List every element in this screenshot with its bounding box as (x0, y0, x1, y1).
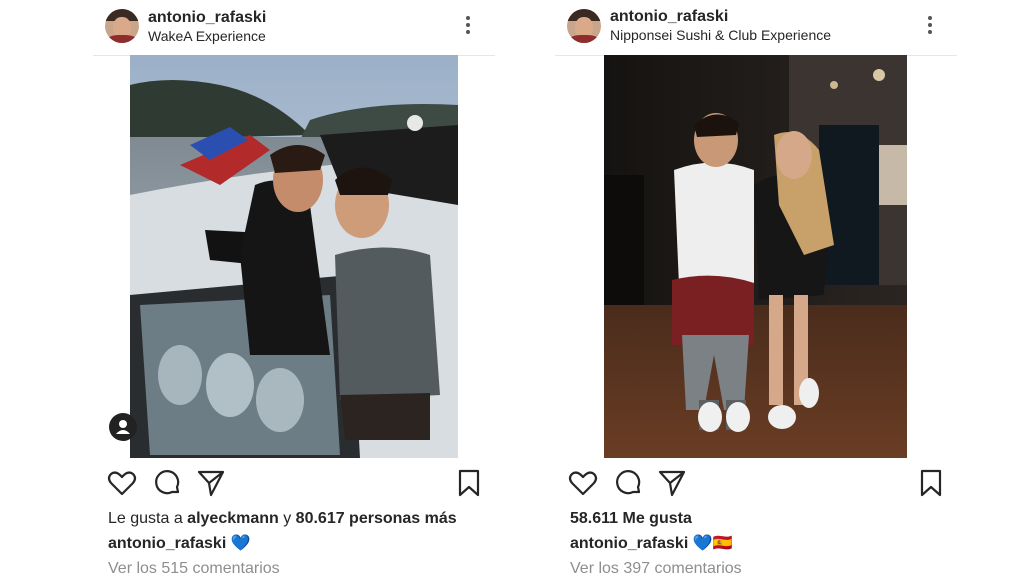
location[interactable]: WakeA Experience (148, 28, 266, 44)
send-icon[interactable] (657, 468, 691, 502)
caption: antonio_rafaski 💙🇪🇸 (570, 533, 733, 553)
bookmark-icon[interactable] (919, 468, 953, 502)
club-photo (604, 55, 907, 458)
more-options-icon[interactable] (465, 16, 471, 38)
more-options-icon[interactable] (927, 16, 933, 38)
likes-middle: y (278, 510, 296, 527)
liked-by-user[interactable]: alyeckmann (187, 510, 279, 527)
comment-icon[interactable] (152, 468, 186, 502)
heart-icon[interactable] (568, 468, 602, 502)
likes-line: Le gusta a alyeckmann y 80.617 personas … (108, 510, 457, 528)
post-photo[interactable] (604, 55, 907, 458)
caption-username[interactable]: antonio_rafaski (108, 535, 226, 552)
boat-photo (130, 55, 458, 458)
user-tag-icon[interactable] (109, 413, 137, 441)
view-comments-link[interactable]: Ver los 515 comentarios (108, 560, 280, 578)
post-header: antonio_rafaski WakeA Experience (93, 0, 495, 56)
caption-text: 💙🇪🇸 (688, 535, 733, 552)
action-bar (555, 468, 957, 502)
post-header: antonio_rafaski Nipponsei Sushi & Club E… (555, 0, 957, 56)
view-comments-link[interactable]: Ver los 397 comentarios (570, 560, 742, 578)
caption-username[interactable]: antonio_rafaski (570, 535, 688, 552)
post-photo[interactable] (130, 55, 458, 458)
caption: antonio_rafaski 💙 (108, 533, 251, 553)
likes-count[interactable]: 80.617 personas más (296, 510, 457, 527)
comment-icon[interactable] (613, 468, 647, 502)
likes-prefix: Le gusta a (108, 510, 188, 527)
username[interactable]: antonio_rafaski (610, 8, 728, 26)
avatar[interactable] (567, 9, 601, 43)
action-bar (93, 468, 495, 502)
caption-text: 💙 (226, 535, 251, 552)
bookmark-icon[interactable] (457, 468, 491, 502)
send-icon[interactable] (196, 468, 230, 502)
username[interactable]: antonio_rafaski (148, 9, 266, 27)
post-card-1: antonio_rafaski WakeA Experience Le gust… (93, 0, 495, 578)
likes-count[interactable]: 58.611 Me gusta (570, 510, 692, 527)
heart-icon[interactable] (107, 468, 141, 502)
location[interactable]: Nipponsei Sushi & Club Experience (610, 27, 831, 43)
likes-line: 58.611 Me gusta (570, 510, 692, 528)
avatar[interactable] (105, 9, 139, 43)
post-card-2: antonio_rafaski Nipponsei Sushi & Club E… (555, 0, 957, 578)
